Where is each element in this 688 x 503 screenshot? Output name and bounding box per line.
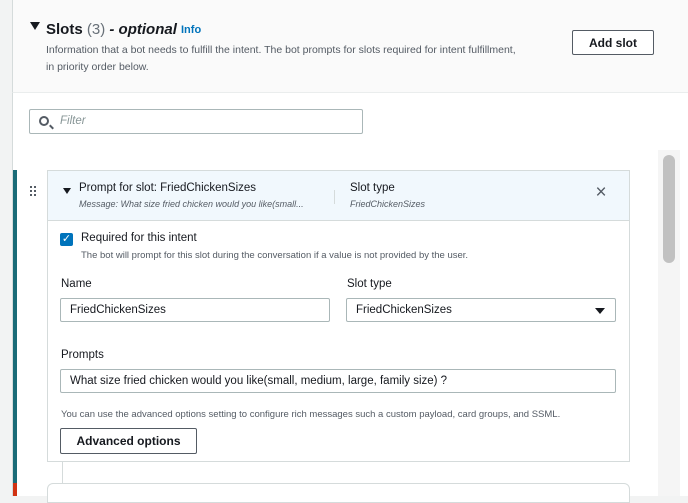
slot-card: Prompt for slot: FriedChickenSizes Messa… [47, 170, 630, 462]
info-link[interactable]: Info [181, 24, 201, 36]
required-checkbox[interactable]: ✓ [60, 233, 73, 246]
filter-input[interactable]: Filter [29, 109, 363, 134]
close-icon[interactable]: × [591, 183, 611, 203]
slot-accent-bar [13, 170, 17, 496]
header-slot-type-label: Slot type [350, 182, 395, 194]
slot-type-selected: FriedChickenSizes [356, 304, 452, 316]
page: Slots (3) - optional Info Information th… [0, 0, 688, 503]
slot-count: (3) [86, 21, 106, 38]
dropdown-caret-icon [595, 308, 605, 314]
slot-header-title: Prompt for slot: FriedChickenSizes [79, 182, 257, 194]
header-divider [334, 190, 335, 204]
collapse-caret-icon[interactable] [30, 22, 40, 30]
advanced-options-description: You can use the advanced options setting… [61, 409, 561, 420]
next-slot-card[interactable] [47, 483, 630, 503]
slot-expand-caret-icon[interactable] [63, 188, 71, 194]
add-slot-button[interactable]: Add slot [572, 30, 654, 55]
slot-card-header[interactable]: Prompt for slot: FriedChickenSizes Messa… [48, 171, 629, 221]
slot-type-select[interactable]: FriedChickenSizes [346, 298, 616, 322]
next-slot-accent-bar [13, 483, 17, 496]
section-title: Slots (3) - optional [46, 20, 177, 40]
filter-placeholder: Filter [60, 115, 86, 127]
search-icon [39, 116, 49, 126]
header-slot-type-value: FriedChickenSizes [350, 199, 426, 209]
advanced-options-button[interactable]: Advanced options [60, 428, 197, 454]
name-input[interactable]: FriedChickenSizes [60, 298, 330, 322]
required-label: Required for this intent [81, 232, 197, 244]
prompts-input[interactable]: What size fried chicken would you like(s… [60, 369, 616, 393]
section-title-text: Slots [46, 21, 83, 38]
slot-header-message: Message: What size fried chicken would y… [79, 199, 304, 209]
name-label: Name [61, 278, 92, 290]
slot-type-label: Slot type [347, 278, 392, 290]
drag-handle-icon[interactable] [30, 186, 38, 198]
section-description: Information that a bot needs to fulfill … [46, 44, 516, 73]
prompts-label: Prompts [61, 349, 104, 361]
optional-label: - optional [109, 21, 177, 38]
required-description: The bot will prompt for this slot during… [81, 250, 469, 261]
scrollbar-thumb[interactable] [663, 155, 675, 263]
